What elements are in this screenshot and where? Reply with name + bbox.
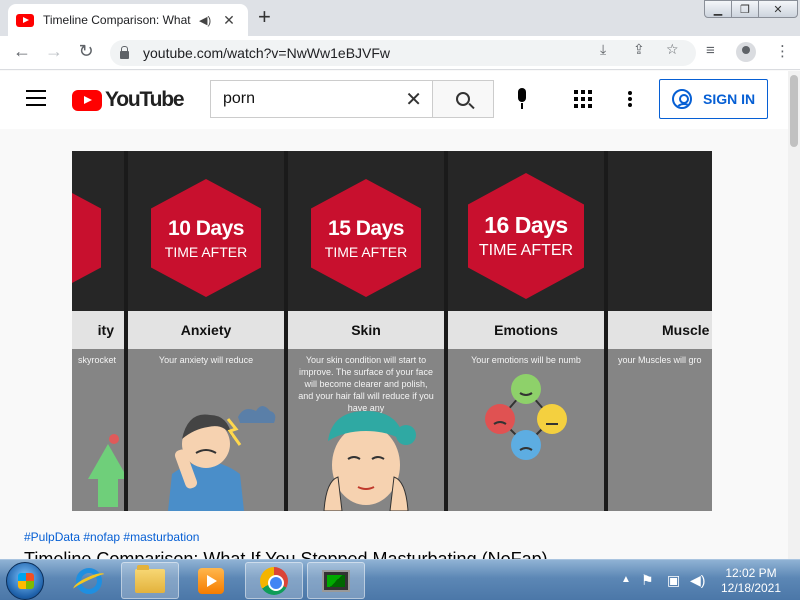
share-icon[interactable]: ⇪ [633, 41, 645, 58]
panel-subtitle: TIME AFTER [324, 243, 408, 260]
restore-button[interactable]: ❐ [731, 0, 759, 18]
back-arrow-icon[interactable]: ← [10, 41, 34, 62]
taskbar-chrome[interactable] [245, 562, 303, 599]
timeline-panel: s E ity skyrocket [72, 151, 124, 511]
panel-topic: Emotions [448, 311, 604, 349]
page-scrollbar[interactable] [788, 71, 800, 559]
sign-in-label: SIGN IN [703, 91, 756, 107]
video-player[interactable]: s E ity skyrocket 10 Days TIME AFTER Anx… [72, 151, 712, 511]
taskbar-task-manager[interactable] [307, 562, 365, 599]
tab-strip: Timeline Comparison: What I ◀) ✕ + ▁ ❐ ✕ [0, 0, 800, 36]
search-input[interactable]: porn ✕ [210, 80, 432, 118]
panel-topic: Anxiety [128, 311, 284, 349]
menu-kebab-icon[interactable]: ⋮ [775, 42, 790, 60]
panel-days: 10 Days [168, 216, 244, 240]
browser-tab[interactable]: Timeline Comparison: What I ◀) ✕ [8, 4, 248, 36]
search-button[interactable] [432, 80, 494, 118]
hamburger-menu-icon[interactable] [26, 90, 46, 106]
youtube-logo[interactable]: YouTube [72, 88, 185, 112]
panel-topic: Muscle [608, 311, 712, 349]
bookmark-star-icon[interactable]: ☆ [666, 41, 679, 58]
youtube-header: YouTube porn ✕ SIGN IN [0, 71, 788, 129]
panel-days: 15 Days [328, 216, 404, 240]
timeline-panel: 15 Days TIME AFTER Skin Your skin condit… [288, 151, 444, 511]
show-hidden-icons-icon[interactable]: ▲ [621, 574, 631, 585]
chrome-icon [260, 566, 288, 595]
volume-icon[interactable]: ◀) [690, 572, 705, 589]
media-player-icon [198, 567, 224, 594]
tab-title: Timeline Comparison: What I [43, 13, 193, 27]
url-text[interactable]: youtube.com/watch?v=NwWw1eBJVFw [143, 45, 390, 61]
lock-icon[interactable] [120, 46, 129, 59]
panel-subtitle: TIME AFTER [478, 242, 574, 259]
new-tab-plus-icon[interactable]: + [258, 6, 271, 28]
window-close-button[interactable]: ✕ [758, 0, 798, 18]
timeline-panel: 16 Days TIME AFTER Emotions Your emotion… [448, 151, 604, 511]
file-explorer-icon [135, 564, 165, 593]
apps-grid-icon[interactable] [574, 90, 592, 108]
video-hashtags[interactable]: #PulpData #nofap #masturbation [24, 530, 199, 544]
clear-search-icon[interactable]: ✕ [405, 87, 422, 112]
tab-close-icon[interactable]: ✕ [223, 12, 235, 29]
timeline-panel: Muscle your Muscles will gro [608, 151, 712, 511]
panel-topic: Skin [288, 311, 444, 349]
anxious-person-illustration [168, 406, 276, 511]
taskbar-internet-explorer[interactable] [60, 562, 118, 599]
task-manager-icon [322, 569, 350, 592]
internet-explorer-icon [76, 567, 102, 594]
user-circle-icon [672, 89, 692, 109]
scrollbar-thumb[interactable] [790, 75, 798, 147]
skincare-face-illustration [323, 411, 416, 511]
browser-toolbar: ← → ↻ youtube.com/watch?v=NwWw1eBJVFw ⤓ … [0, 36, 800, 70]
search-query[interactable]: porn [223, 90, 405, 108]
taskbar-media-player[interactable] [182, 562, 240, 599]
youtube-logo-text: YouTube [105, 88, 185, 111]
emotion-faces-illustration [485, 374, 567, 460]
search-icon [456, 92, 470, 106]
clock-date: 12/18/2021 [720, 581, 782, 595]
timeline-panel: 10 Days TIME AFTER Anxiety Your anxiety … [128, 151, 284, 511]
panel-days: 16 Days [484, 212, 568, 238]
youtube-play-icon [72, 89, 102, 111]
youtube-favicon-icon [16, 13, 34, 27]
action-center-flag-icon[interactable]: ⚑ [641, 572, 654, 589]
speaker-icon[interactable]: ◀) [199, 14, 211, 27]
panel-topic: ity [72, 311, 124, 349]
reload-icon[interactable]: ↻ [74, 41, 98, 62]
settings-kebab-icon[interactable] [628, 91, 632, 107]
network-icon[interactable]: ▣ [667, 572, 680, 589]
install-icon[interactable]: ⤓ [600, 41, 606, 58]
minimize-button[interactable]: ▁ [704, 0, 732, 18]
taskbar-clock[interactable]: 12:02 PM 12/18/2021 [716, 566, 786, 596]
figure-illustration [88, 434, 124, 507]
microphone-icon[interactable] [516, 88, 528, 112]
media-control-icon[interactable]: ≡ [706, 42, 715, 59]
start-button[interactable] [6, 562, 44, 600]
panel-description: your Muscles will gro [618, 355, 702, 365]
panel-subtitle: TIME AFTER [164, 243, 248, 260]
address-bar[interactable]: youtube.com/watch?v=NwWw1eBJVFw [110, 40, 696, 66]
clock-time: 12:02 PM [725, 566, 777, 580]
forward-arrow-icon[interactable]: → [42, 41, 66, 62]
sign-in-button[interactable]: SIGN IN [659, 79, 768, 119]
taskbar-file-explorer[interactable] [121, 562, 179, 599]
profile-icon[interactable] [736, 42, 756, 62]
windows-taskbar: ▲ ⚑ ▣ ◀) 12:02 PM 12/18/2021 [0, 559, 800, 600]
